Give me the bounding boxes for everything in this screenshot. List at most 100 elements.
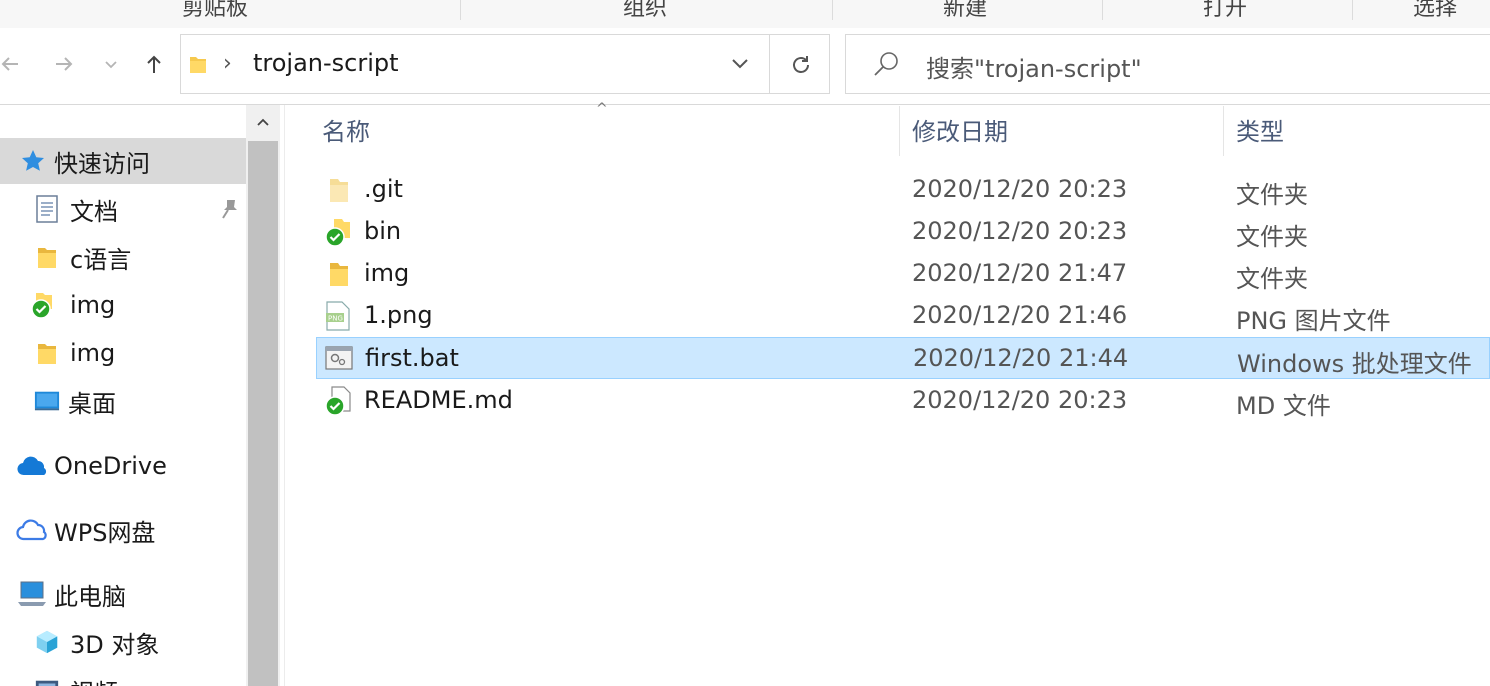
column-header-name[interactable]: 名称 (322, 112, 370, 147)
synced-folder-icon (30, 292, 56, 319)
sidebar-item-label: 此电脑 (54, 582, 126, 611)
file-name: bin (364, 217, 402, 245)
ribbon-group-open: 打开 (1202, 0, 1247, 21)
recent-locations-button[interactable] (96, 46, 126, 82)
video-icon (34, 677, 60, 686)
ribbon-divider (1102, 0, 1103, 20)
file-name: first.bat (365, 344, 459, 372)
folder-icon (190, 57, 206, 73)
folder-icon (34, 340, 60, 366)
file-date: 2020/12/20 20:23 (912, 175, 1128, 203)
sidebar-item-quick-access[interactable]: 快速访问 (0, 138, 246, 184)
file-type: 文件夹 (1236, 265, 1308, 293)
file-type: PNG 图片文件 (1236, 307, 1391, 335)
sidebar-item-label: img (70, 339, 116, 367)
column-header-type[interactable]: 类型 (1236, 112, 1284, 147)
ribbon-group-organize: 组织 (622, 0, 667, 21)
file-type: MD 文件 (1236, 392, 1331, 420)
address-bar[interactable]: › trojan-script (180, 34, 830, 94)
address-divider (769, 35, 770, 93)
ribbon-divider (460, 0, 461, 20)
sidebar-item-img-synced[interactable]: img (0, 282, 246, 328)
search-input[interactable]: 搜索"trojan-script" (926, 49, 1142, 84)
file-date: 2020/12/20 20:23 (912, 217, 1128, 245)
pin-icon (222, 200, 237, 219)
file-date: 2020/12/20 20:23 (912, 386, 1128, 414)
breadcrumb-separator[interactable]: › (223, 51, 232, 76)
column-divider[interactable] (1223, 106, 1224, 156)
file-row[interactable]: README.md 2020/12/20 20:23 MD 文件 (316, 380, 1490, 422)
refresh-button[interactable] (781, 47, 821, 83)
sidebar-item-onedrive[interactable]: OneDrive (0, 443, 246, 489)
ribbon-group-new: 新建 (942, 0, 987, 21)
navigation-pane-scrollbar[interactable] (246, 105, 280, 686)
sidebar-item-label: 桌面 (68, 389, 116, 418)
forward-button[interactable] (46, 46, 82, 82)
sidebar-item-wps-drive[interactable]: WPS网盘 (0, 507, 246, 553)
sidebar-item-desktop[interactable]: 桌面 (0, 378, 246, 424)
ribbon-divider (1352, 0, 1353, 20)
chevron-up-icon (257, 118, 269, 126)
file-name: README.md (364, 386, 513, 414)
sidebar-item-label: c语言 (70, 245, 132, 274)
svg-text:PNG: PNG (328, 315, 343, 323)
computer-icon (16, 581, 48, 607)
file-name: 1.png (364, 301, 433, 329)
file-date: 2020/12/20 21:47 (912, 259, 1128, 287)
file-name: img (364, 259, 410, 287)
folder-icon (330, 263, 348, 286)
cloud-icon (16, 453, 48, 479)
folder-icon (34, 244, 60, 270)
address-dropdown-button[interactable] (726, 49, 754, 77)
column-header-date[interactable]: 修改日期 (912, 112, 1008, 147)
file-row[interactable]: img 2020/12/20 21:47 文件夹 (316, 253, 1490, 295)
sidebar-item-label: 视频 (70, 673, 118, 686)
sidebar-item-label: 3D 对象 (70, 630, 160, 659)
navigation-bar: › trojan-script 搜索"trojan-script" (0, 28, 1490, 105)
pane-divider (284, 105, 285, 686)
back-button[interactable] (0, 46, 28, 82)
file-name: .git (364, 175, 403, 203)
navigation-pane: 快速访问 文档 c语言 img img 桌面 OneDrive WPS网盘 此电… (0, 105, 246, 686)
sidebar-item-label: img (70, 291, 116, 319)
file-row[interactable]: bin 2020/12/20 20:23 文件夹 (316, 211, 1490, 253)
sidebar-item-documents[interactable]: 文档 (0, 186, 246, 232)
file-row[interactable]: PNG 1.png 2020/12/20 21:46 PNG 图片文件 (316, 295, 1490, 337)
sidebar-item-label: 文档 (70, 197, 118, 226)
desktop-icon (34, 388, 60, 414)
up-button[interactable] (136, 46, 172, 82)
sidebar-item-3d-objects[interactable]: 3D 对象 (0, 619, 246, 665)
sidebar-item-label: 快速访问 (54, 149, 150, 178)
forward-arrow-icon (56, 57, 73, 71)
ribbon-group-select: 选择 (1412, 0, 1457, 21)
ribbon-group-labels: 剪贴板 组织 新建 打开 选择 (0, 0, 1490, 29)
file-date: 2020/12/20 21:44 (913, 344, 1129, 372)
sidebar-item-img[interactable]: img (0, 330, 246, 376)
file-type: Windows 批处理文件 (1237, 350, 1472, 378)
back-arrow-icon (1, 57, 18, 71)
sidebar-item-c-language[interactable]: c语言 (0, 234, 246, 280)
synced-folder-icon (325, 219, 350, 247)
sidebar-item-this-pc[interactable]: 此电脑 (0, 571, 246, 617)
synced-file-icon (325, 386, 351, 416)
png-file-icon: PNG (326, 301, 350, 331)
search-box[interactable]: 搜索"trojan-script" (845, 34, 1490, 94)
up-arrow-icon (147, 55, 161, 73)
column-divider[interactable] (899, 106, 900, 156)
file-type: 文件夹 (1236, 223, 1308, 251)
file-row[interactable]: .git 2020/12/20 20:23 文件夹 (316, 169, 1490, 211)
search-icon (874, 52, 898, 76)
chevron-down-icon (105, 61, 117, 69)
scroll-up-button[interactable] (246, 105, 280, 139)
file-date: 2020/12/20 21:46 (912, 301, 1128, 329)
batch-file-icon (325, 346, 353, 370)
cube-icon (34, 629, 60, 655)
breadcrumb-current[interactable]: trojan-script (253, 49, 399, 77)
sort-ascending-icon: ^ (596, 101, 608, 117)
sidebar-item-label: OneDrive (54, 452, 167, 480)
document-icon (34, 195, 60, 223)
scrollbar-thumb[interactable] (248, 141, 278, 686)
file-row-selected[interactable]: first.bat 2020/12/20 21:44 Windows 批处理文件 (316, 337, 1490, 379)
sidebar-item-videos[interactable]: 视频 (0, 667, 246, 686)
wps-cloud-icon (16, 517, 48, 543)
